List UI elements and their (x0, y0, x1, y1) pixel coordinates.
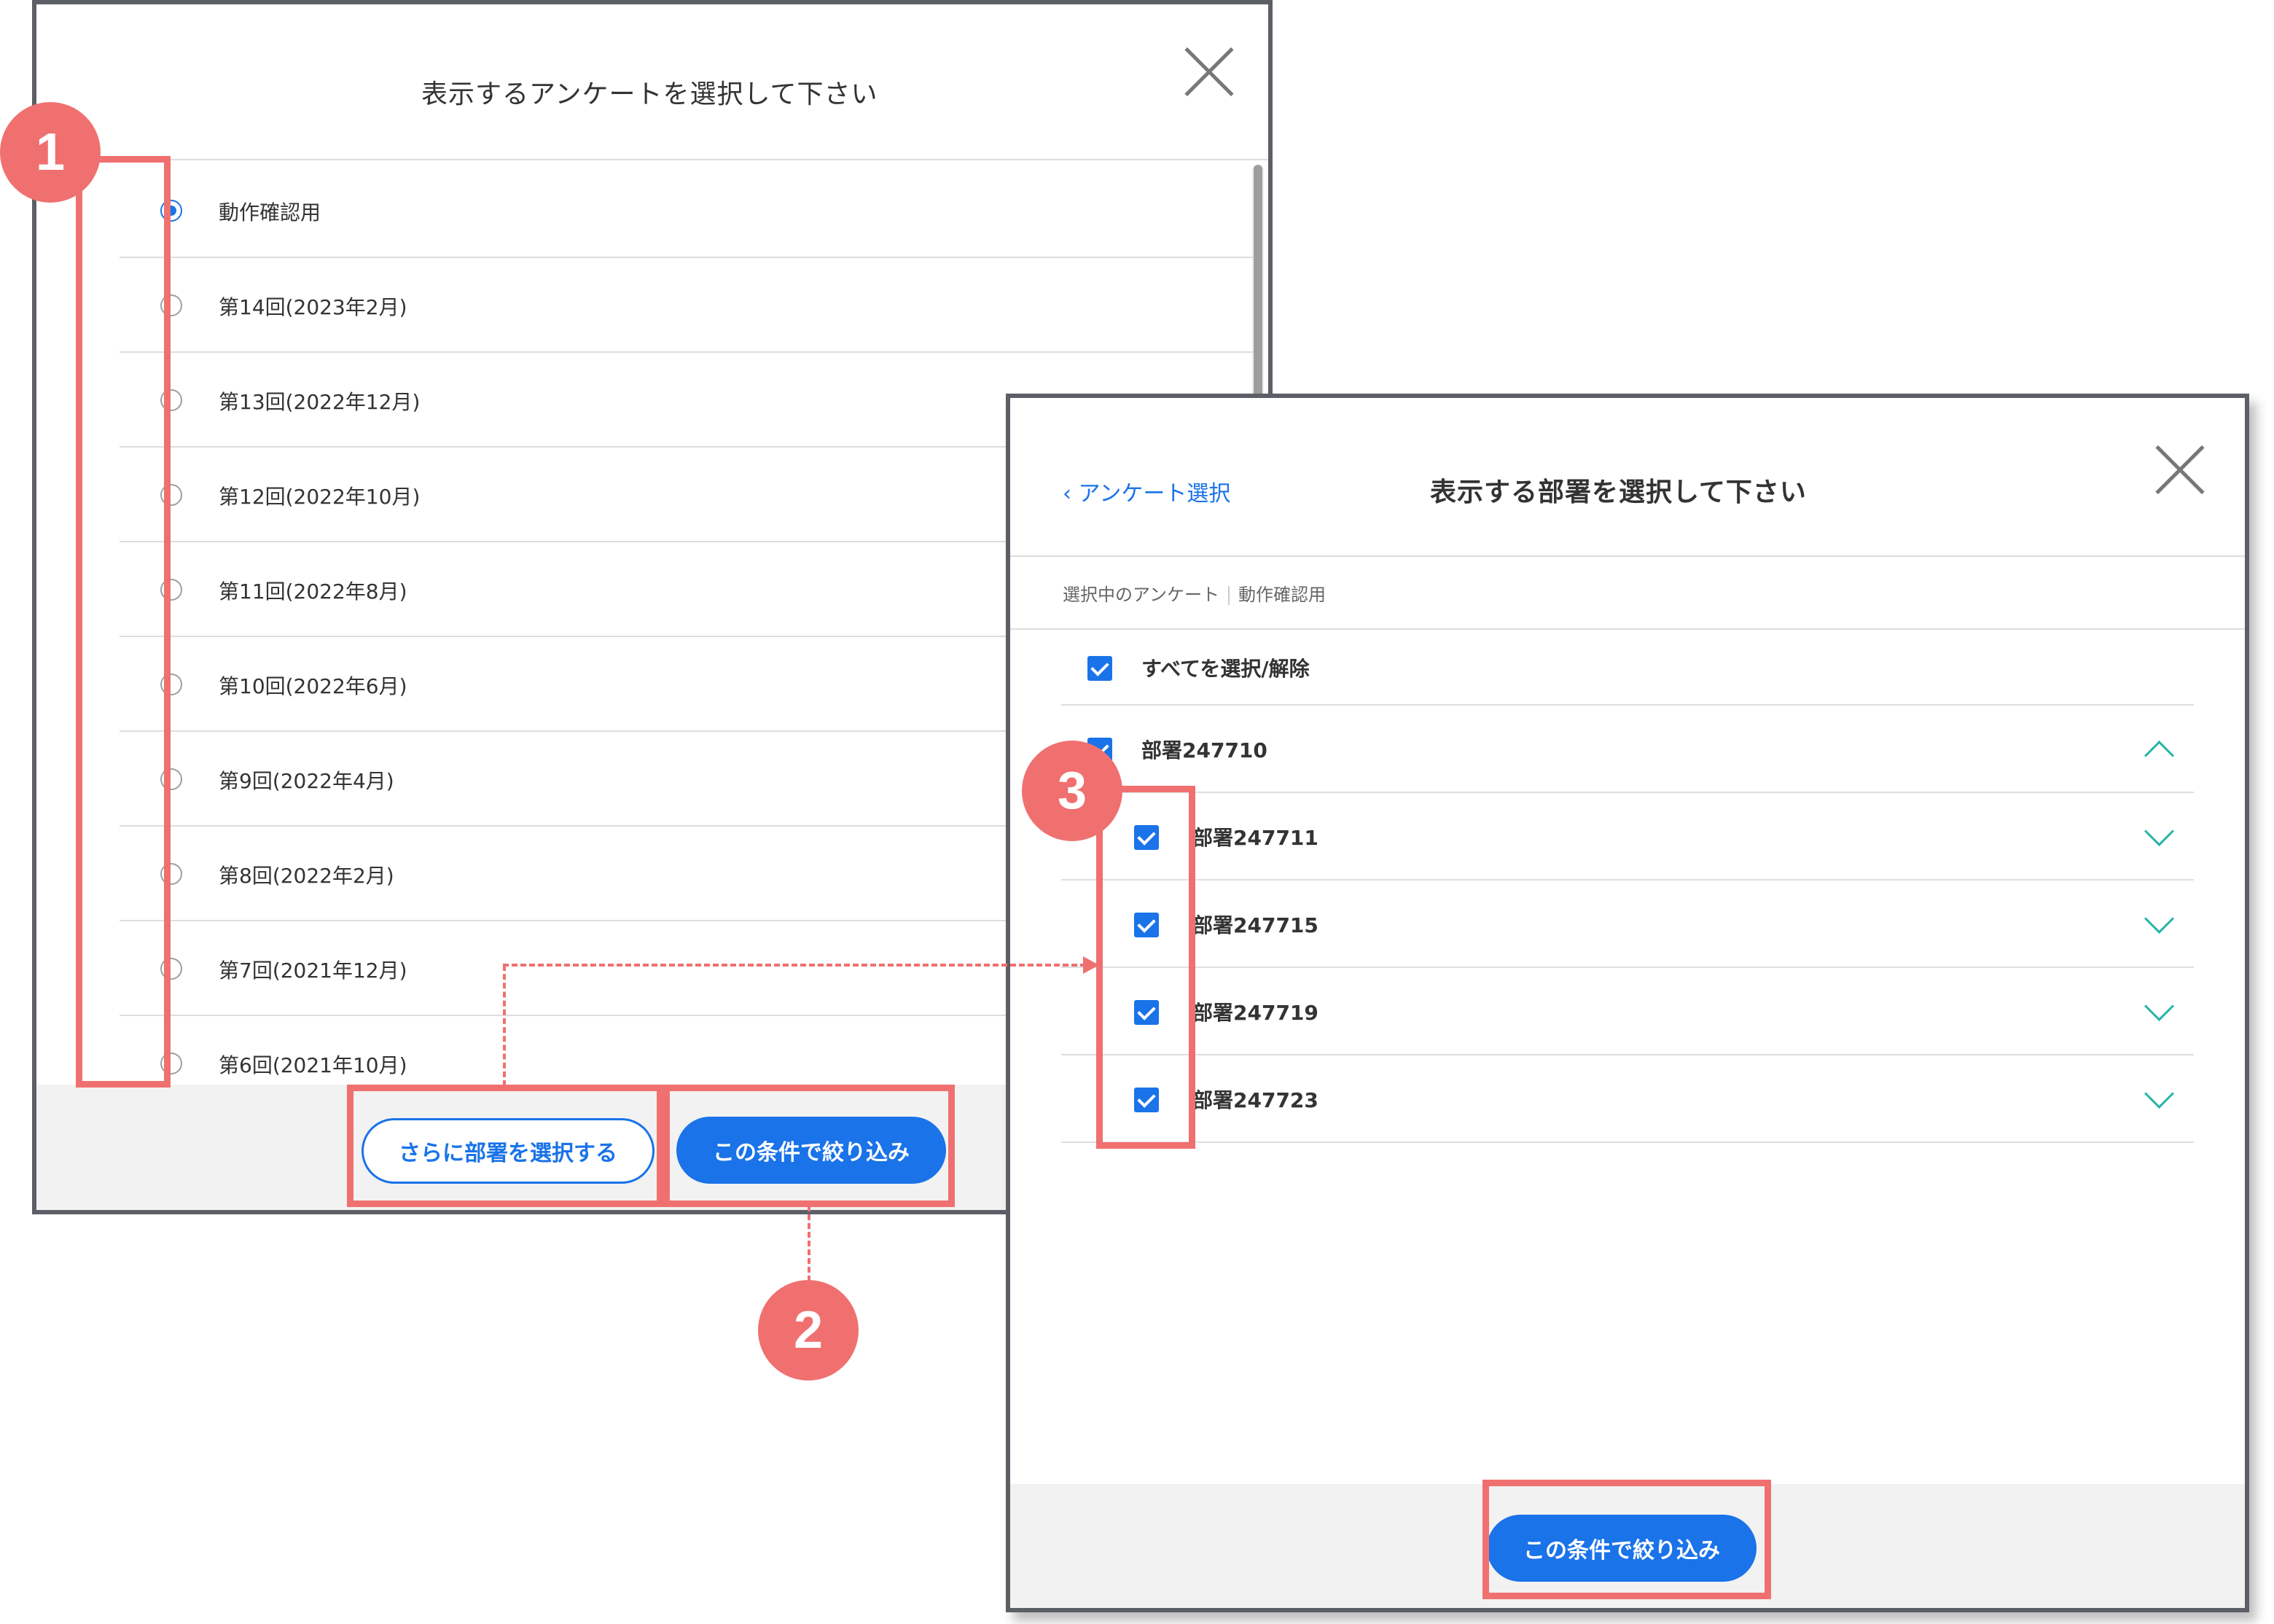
step-badge-3: 3 (1022, 741, 1122, 841)
department-label: 部署247723 (1192, 1088, 1318, 1112)
survey-label: 第8回(2022年2月) (219, 864, 394, 888)
row-divider (1061, 1141, 2194, 1143)
survey-label: 第14回(2023年2月) (219, 295, 407, 319)
survey-label: 第11回(2022年8月) (219, 579, 407, 604)
survey-label: 第13回(2022年12月) (219, 390, 421, 414)
highlight-select-dept-button (347, 1085, 663, 1207)
scrollbar-thumb[interactable] (1254, 165, 1262, 413)
survey-row[interactable]: 第14回(2023年2月) (87, 258, 1254, 353)
modal-title: 表示する部署を選択して下さい (1430, 477, 1807, 507)
department-label: 部署247711 (1192, 826, 1318, 850)
step-badge-2: 2 (758, 1280, 859, 1381)
selected-survey-info: 選択中のアンケート 動作確認用 (1063, 580, 1326, 606)
info-divider (1010, 628, 2245, 630)
highlight-filter-button (663, 1085, 955, 1207)
row-divider (1061, 967, 2194, 968)
survey-label: 第10回(2022年6月) (219, 674, 407, 698)
highlight-dept-checkboxes (1096, 786, 1195, 1149)
close-icon[interactable] (1181, 44, 1238, 101)
survey-row[interactable]: 動作確認用 (87, 163, 1254, 258)
department-label: 部署247715 (1192, 913, 1318, 937)
modal-title: 表示するアンケートを選択して下さい (421, 79, 878, 109)
row-divider (1061, 704, 2194, 706)
connector-line (503, 965, 506, 1086)
survey-label: 第12回(2022年10月) (219, 485, 421, 509)
department-label: 部署247719 (1192, 1001, 1318, 1025)
department-label: 部署247710 (1141, 738, 1267, 762)
survey-label: 第6回(2021年10月) (219, 1053, 407, 1077)
highlight-filter-button-2 (1482, 1480, 1771, 1599)
selected-survey-value: 動作確認用 (1238, 585, 1326, 605)
survey-label: 第9回(2022年4月) (219, 769, 394, 793)
selected-survey-label: 選択中のアンケート (1063, 585, 1220, 605)
row-divider (1061, 879, 2194, 881)
info-separator (1228, 586, 1230, 605)
chevron-down-icon[interactable] (2144, 991, 2175, 1022)
close-icon[interactable] (2152, 442, 2208, 499)
select-all-label: すべてを選択/解除 (1141, 657, 1310, 681)
back-link-survey-select[interactable]: ‹ アンケート選択 (1063, 475, 1230, 507)
row-divider (1061, 1054, 2194, 1055)
select-all-checkbox[interactable] (1087, 656, 1112, 681)
chevron-down-icon[interactable] (2144, 1078, 2175, 1109)
chevron-up-icon[interactable] (2144, 740, 2175, 771)
row-divider (1061, 792, 2194, 793)
connector-line (503, 964, 1086, 967)
survey-label: 第7回(2021年12月) (219, 959, 407, 983)
step-badge-1: 1 (0, 102, 101, 203)
header-divider (36, 159, 1268, 160)
chevron-down-icon[interactable] (2144, 903, 2175, 934)
survey-label: 動作確認用 (219, 200, 321, 225)
highlight-radio-column (76, 156, 171, 1088)
arrow-head-icon (1083, 956, 1099, 974)
header-divider (1010, 555, 2245, 557)
connector-line (808, 1206, 810, 1281)
chevron-down-icon[interactable] (2144, 816, 2175, 847)
